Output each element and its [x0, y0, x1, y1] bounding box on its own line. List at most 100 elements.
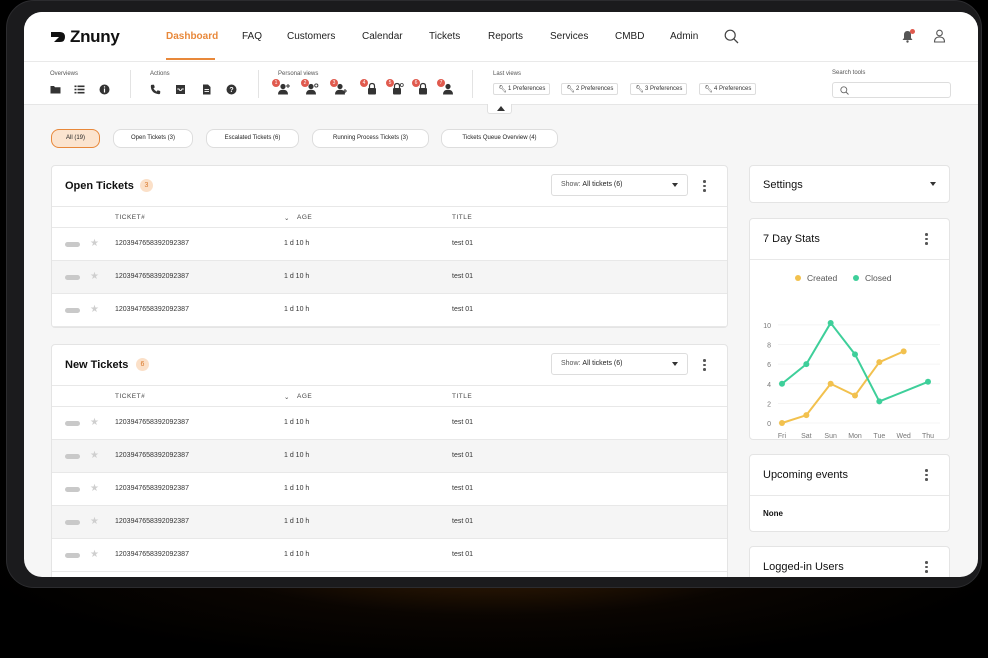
- nav-customers[interactable]: Customers: [287, 31, 335, 42]
- document-icon[interactable]: [201, 84, 212, 95]
- table-row[interactable]: ★ 1203947658392092387 1 d 10 h test 01: [52, 294, 727, 327]
- notification-dot: [910, 29, 915, 34]
- search-tools-label: Search tools: [832, 70, 866, 76]
- nav-services[interactable]: Services: [550, 31, 588, 42]
- column-age[interactable]: AGE: [297, 393, 312, 400]
- table-row[interactable]: ★ 1203947658392092387 1 d 10 h test 01: [52, 407, 727, 440]
- column-title[interactable]: TITLE: [452, 393, 472, 400]
- table-row[interactable]: ★ 1203947658392092387 1 d 10 h test 01: [52, 506, 727, 539]
- column-ticket[interactable]: TICKET#: [115, 214, 145, 221]
- x-tick-label: Wed: [897, 433, 911, 440]
- filter-tickets-queue-overview[interactable]: Tickets Queue Overview (4): [441, 129, 558, 148]
- ticket-age: 1 d 10 h: [284, 306, 310, 313]
- last-view-item[interactable]: 🔧︎ 4 Preferences: [699, 83, 757, 95]
- phone-icon[interactable]: [150, 84, 161, 95]
- star-icon[interactable]: ★: [90, 271, 99, 282]
- table-row[interactable]: ★ 1203947658392092387 1 d 10 h test 01: [52, 473, 727, 506]
- ticket-title: test 01: [452, 452, 474, 459]
- ticket-number: 1203947658392092387: [115, 419, 189, 426]
- personal-view-badge: 7: [437, 79, 445, 87]
- x-tick-label: Mon: [848, 433, 862, 440]
- nav-active-underline: [166, 58, 215, 60]
- brand-name: Znuny: [70, 27, 120, 46]
- personal-views-label: Personal views: [278, 71, 319, 77]
- ticket-number: 1203947658392092387: [115, 273, 189, 280]
- column-title[interactable]: TITLE: [452, 214, 472, 221]
- table-row[interactable]: ★ 1203947658392092387 1 d 10 h test 01: [52, 261, 727, 294]
- filter-open-tickets[interactable]: Open Tickets (3): [113, 129, 193, 148]
- ticket-title: test 01: [452, 240, 474, 247]
- inbox-icon[interactable]: [175, 84, 186, 95]
- count-badge: 6: [136, 358, 149, 371]
- star-icon[interactable]: ★: [90, 483, 99, 494]
- ticket-age: 1 d 10 h: [284, 419, 310, 426]
- table-row[interactable]: ★ 1203947658392092387 1 d 10 h test 01: [52, 539, 727, 572]
- column-ticket[interactable]: TICKET#: [115, 393, 145, 400]
- brand-logo[interactable]: Znuny: [50, 27, 120, 47]
- ticket-age: 1 d 10 h: [284, 240, 310, 247]
- star-icon[interactable]: ★: [90, 238, 99, 249]
- personal-view-badge: 5: [386, 79, 394, 87]
- nav-dashboard[interactable]: Dashboard: [166, 31, 218, 42]
- filter-escalated-tickets[interactable]: Escalated Tickets (6): [206, 129, 299, 148]
- legend-label: Created: [807, 273, 838, 283]
- show-filter-select[interactable]: Show: All tickets (6): [551, 353, 688, 375]
- user-profile-icon[interactable]: [933, 29, 946, 43]
- ticket-title: test 01: [452, 551, 474, 558]
- data-point: [852, 392, 858, 399]
- settings-widget[interactable]: Settings: [749, 165, 950, 203]
- ticket-age: 1 d 10 h: [284, 518, 310, 525]
- search-tools-input[interactable]: [832, 82, 951, 98]
- data-point: [803, 361, 810, 368]
- info-icon[interactable]: [99, 84, 110, 95]
- nav-tickets[interactable]: Tickets: [429, 31, 460, 42]
- toolbar-separator: [130, 70, 131, 98]
- filter-all[interactable]: All (19): [51, 129, 100, 148]
- last-view-item[interactable]: 🔧︎ 3 Preferences: [630, 83, 688, 95]
- star-icon[interactable]: ★: [90, 417, 99, 428]
- star-icon[interactable]: ★: [90, 516, 99, 527]
- nav-calendar[interactable]: Calendar: [362, 31, 403, 42]
- nav-admin[interactable]: Admin: [670, 31, 698, 42]
- nav-cmbd[interactable]: CMBD: [615, 31, 644, 42]
- filter-running-process-tickets[interactable]: Running Process Tickets (3): [312, 129, 429, 148]
- star-icon[interactable]: ★: [90, 304, 99, 315]
- personal-view-badge: 4: [360, 79, 368, 87]
- sort-chevron-icon[interactable]: ⌄: [284, 214, 290, 222]
- table-row[interactable]: ★ 1203947658392092387 1 d 10 h test 01: [52, 228, 727, 261]
- legend-marker: [853, 275, 859, 281]
- show-value: All tickets (6): [582, 360, 623, 367]
- more-options-icon[interactable]: [925, 233, 928, 245]
- nav-reports[interactable]: Reports: [488, 31, 523, 42]
- sort-chevron-icon[interactable]: ⌄: [284, 393, 290, 401]
- ticket-number: 1203947658392092387: [115, 306, 189, 313]
- ticket-number: 1203947658392092387: [115, 551, 189, 558]
- column-age[interactable]: AGE: [297, 214, 312, 221]
- star-icon[interactable]: ★: [90, 450, 99, 461]
- more-options-icon[interactable]: [925, 469, 928, 481]
- ticket-number: 1203947658392092387: [115, 518, 189, 525]
- wrench-icon: 🔧︎: [635, 86, 644, 93]
- data-point: [803, 412, 810, 419]
- nav-faq[interactable]: FAQ: [242, 31, 262, 42]
- folder-icon[interactable]: [50, 84, 61, 95]
- priority-indicator: [65, 421, 80, 426]
- list-icon[interactable]: [74, 84, 85, 95]
- series-line: [781, 350, 905, 424]
- priority-indicator: [65, 553, 80, 558]
- table-row[interactable]: ★ 1203947658392092387 1 d 10 h test 01: [52, 440, 727, 473]
- more-options-icon[interactable]: [925, 561, 928, 573]
- widget-title: Open Tickets: [65, 180, 134, 192]
- more-options-icon[interactable]: [703, 359, 706, 371]
- ticket-age: 1 d 10 h: [284, 273, 310, 280]
- show-filter-select[interactable]: Show: All tickets (6): [551, 174, 688, 196]
- last-view-item[interactable]: 🔧︎ 1 Preferences: [493, 83, 551, 95]
- star-icon[interactable]: ★: [90, 549, 99, 560]
- search-icon[interactable]: [724, 29, 739, 44]
- legend-label: Closed: [865, 273, 892, 283]
- more-options-icon[interactable]: [703, 180, 706, 192]
- toolbar-collapse-toggle[interactable]: [487, 104, 512, 114]
- stats-line-chart: Created Closed 0 2 4 6 8 10 Fri Sat Sun Mon Tue Wed Th…: [763, 273, 940, 440]
- help-icon[interactable]: ?: [226, 84, 237, 95]
- last-view-item[interactable]: 🔧︎ 2 Preferences: [561, 83, 619, 95]
